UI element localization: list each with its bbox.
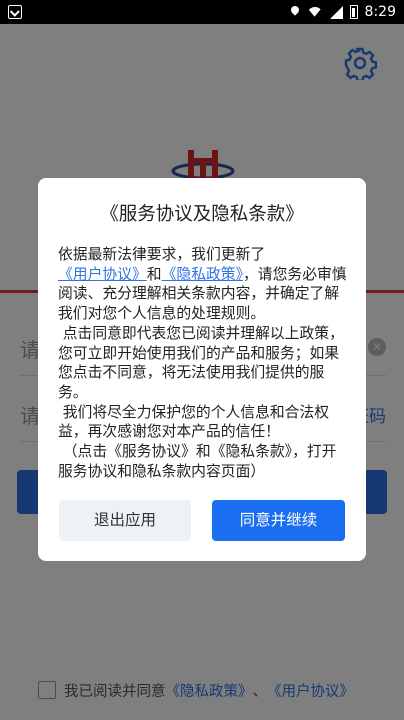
para1-intro: 依据最新法律要求，我们更新了 <box>58 246 266 263</box>
dialog-user-agreement-link[interactable]: 《用户协议》 <box>58 266 147 283</box>
status-bar: 8:29 <box>0 0 404 24</box>
dialog-body: 依据最新法律要求，我们更新了《用户协议》和《隐私政策》，请您务必审慎阅读、充分理… <box>58 245 350 481</box>
signal-icon <box>329 5 343 19</box>
dialog-paragraph-1: 依据最新法律要求，我们更新了《用户协议》和《隐私政策》，请您务必审慎阅读、充分理… <box>58 245 350 324</box>
status-icons: 8:29 <box>290 0 396 24</box>
location-icon <box>290 6 300 18</box>
exit-app-button[interactable]: 退出应用 <box>59 500 191 541</box>
download-notification-icon <box>8 5 22 19</box>
dialog-privacy-link[interactable]: 《隐私政策》 <box>162 266 243 283</box>
privacy-dialog: 《服务协议及隐私条款》 依据最新法律要求，我们更新了《用户协议》和《隐私政策》，… <box>38 178 366 561</box>
dialog-title: 《服务协议及隐私条款》 <box>100 204 304 225</box>
wifi-icon <box>307 5 323 19</box>
para1-and: 和 <box>146 265 162 283</box>
para3-text: 我们将尽全力保护您的个人信息和合法权益，再次感谢您对本产品的信任！ <box>58 403 330 441</box>
para2-text: 点击同意即代表您已阅读并理解以上政策，您可立即开始使用我们的产品和服务；如果您点… <box>58 324 344 401</box>
battery-icon <box>349 5 358 19</box>
para4-text: （点击《服务协议》和《隐私条款》，打开服务协议和隐私条款内容页面） <box>58 443 337 480</box>
status-time: 8:29 <box>364 4 396 20</box>
dialog-paragraph-2: 点击同意即代表您已阅读并理解以上政策，您可立即开始使用我们的产品和服务；如果您点… <box>58 324 350 403</box>
dialog-paragraph-4: （点击《服务协议》和《隐私条款》，打开服务协议和隐私条款内容页面） <box>58 442 350 481</box>
dialog-paragraph-3: 我们将尽全力保护您的个人信息和合法权益，再次感谢您对本产品的信任！ <box>58 403 350 442</box>
agree-continue-button[interactable]: 同意并继续 <box>212 500 345 541</box>
